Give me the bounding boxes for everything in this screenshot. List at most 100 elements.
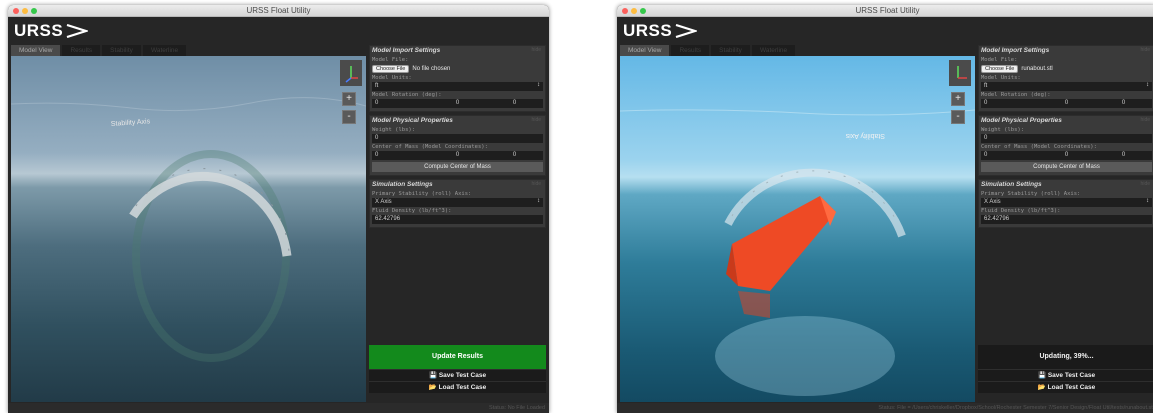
center-of-mass-label: Center of Mass (Model Coordinates): — [981, 144, 1097, 150]
model-rotation-label: Model Rotation (deg): — [981, 92, 1051, 98]
zoom-out-button[interactable]: - — [951, 110, 965, 124]
com-y-input[interactable]: 0 — [429, 151, 486, 160]
action-buttons: Update Results 💾 Save Test Case 📂 Load T… — [369, 345, 546, 393]
hide-button[interactable]: hide — [532, 117, 541, 123]
rotation-z-input[interactable]: 0 — [486, 99, 543, 108]
section-title: Simulation Settings — [981, 181, 1042, 188]
com-y-input[interactable]: 0 — [1038, 151, 1095, 160]
app-window-1: URSS Float Utility URSS Model View Resul… — [8, 5, 549, 413]
weight-label: Weight (lbs): — [981, 127, 1025, 133]
section-title: Simulation Settings — [372, 181, 433, 188]
logo-arrow-icon — [675, 24, 698, 38]
fluid-density-label: Fluid Density (lb/ft^3): — [372, 208, 452, 214]
boat-hull-model — [726, 196, 836, 318]
fluid-density-input[interactable]: 62.42796 — [981, 215, 1152, 224]
tab-waterline[interactable]: Waterline — [142, 45, 187, 56]
stability-axis-select[interactable]: X Axis — [372, 198, 543, 207]
zoom-in-button[interactable]: + — [342, 92, 356, 106]
file-name-text: runabout.stl — [1021, 66, 1053, 72]
save-test-case-button[interactable]: 💾 Save Test Case — [978, 369, 1153, 381]
tab-stability[interactable]: Stability — [711, 45, 750, 56]
tab-results[interactable]: Results — [62, 45, 101, 56]
settings-panel: Model Import Settings hide Model File: Ch… — [978, 45, 1153, 345]
tab-results[interactable]: Results — [671, 45, 710, 56]
file-name-text: No file chosen — [412, 66, 451, 72]
scene-3d: Stability Axis — [620, 109, 975, 396]
stability-axis-select-label: Primary Stability (roll) Axis: — [372, 191, 472, 197]
section-title: Model Import Settings — [372, 47, 441, 54]
fluid-density-input[interactable]: 62.42796 — [372, 215, 543, 224]
model-file-picker: Choose File runabout.stl — [981, 64, 1152, 74]
hide-button[interactable]: hide — [1141, 117, 1150, 123]
simulation-settings: Simulation Settings hide Primary Stabilit… — [369, 179, 546, 228]
model-viewport[interactable]: Stability Axis + - — [620, 56, 975, 402]
axis-gizmo-icon[interactable] — [340, 60, 362, 86]
app-logo: URSS — [623, 19, 698, 43]
model-viewport[interactable]: Stability Axis + - — [11, 56, 366, 402]
model-units-label: Model Units: — [981, 75, 1021, 81]
com-x-input[interactable]: 0 — [372, 151, 429, 160]
rotation-x-input[interactable]: 0 — [372, 99, 429, 108]
com-z-input[interactable]: 0 — [486, 151, 543, 160]
rotation-z-input[interactable]: 0 — [1095, 99, 1152, 108]
simulation-settings: Simulation Settings hide Primary Stabilit… — [978, 179, 1153, 228]
model-units-select[interactable]: ft — [372, 82, 543, 91]
com-x-input[interactable]: 0 — [981, 151, 1038, 160]
weight-input[interactable]: 0 — [372, 134, 543, 143]
zoom-out-button[interactable]: - — [342, 110, 356, 124]
scene-3d: Stability Axis — [11, 97, 366, 362]
update-progress-status: Updating, 39%... — [978, 345, 1153, 369]
load-test-case-button[interactable]: 📂 Load Test Case — [978, 381, 1153, 393]
hide-button[interactable]: hide — [1141, 181, 1150, 187]
update-results-button[interactable]: Update Results — [369, 345, 546, 369]
zoom-in-button[interactable]: + — [951, 92, 965, 106]
model-file-label: Model File: — [372, 57, 409, 63]
load-test-case-label: Load Test Case — [1047, 384, 1096, 391]
hide-button[interactable]: hide — [532, 47, 541, 53]
model-physical-properties: Model Physical Properties hide Weight (lb… — [369, 115, 546, 176]
app-window-2: URSS Float Utility URSS Model View Resul… — [617, 5, 1153, 413]
stability-axis-select[interactable]: X Axis — [981, 198, 1152, 207]
choose-file-button[interactable]: Choose File — [372, 65, 410, 73]
load-icon: 📂 — [1037, 384, 1046, 391]
rotation-x-input[interactable]: 0 — [981, 99, 1038, 108]
tab-bar: Model View Results Stability Waterline — [11, 45, 188, 56]
title-bar: URSS Float Utility — [617, 5, 1153, 17]
model-file-picker: Choose File No file chosen — [372, 64, 543, 74]
logo-arrow-icon — [66, 24, 89, 38]
center-of-mass-label: Center of Mass (Model Coordinates): — [372, 144, 488, 150]
section-title: Model Import Settings — [981, 47, 1050, 54]
hide-button[interactable]: hide — [1141, 47, 1150, 53]
status-bar: Status: No File Loaded — [8, 403, 549, 413]
tab-model-view[interactable]: Model View — [11, 45, 61, 56]
stability-axis-label: Stability Axis — [111, 118, 151, 128]
stability-axis-label: Stability Axis — [845, 132, 885, 139]
stability-axis-select-label: Primary Stability (roll) Axis: — [981, 191, 1081, 197]
compute-center-of-mass-button[interactable]: Compute Center of Mass — [372, 162, 543, 172]
model-import-settings: Model Import Settings hide Model File: Ch… — [369, 45, 546, 112]
save-test-case-button[interactable]: 💾 Save Test Case — [369, 369, 546, 381]
model-physical-properties: Model Physical Properties hide Weight (lb… — [978, 115, 1153, 176]
model-units-label: Model Units: — [372, 75, 412, 81]
com-z-input[interactable]: 0 — [1095, 151, 1152, 160]
tab-model-view[interactable]: Model View — [620, 45, 670, 56]
section-title: Model Physical Properties — [372, 117, 453, 124]
load-test-case-button[interactable]: 📂 Load Test Case — [369, 381, 546, 393]
rotation-y-input[interactable]: 0 — [1038, 99, 1095, 108]
settings-panel: Model Import Settings hide Model File: Ch… — [369, 45, 546, 345]
tab-stability[interactable]: Stability — [102, 45, 141, 56]
choose-file-button[interactable]: Choose File — [981, 65, 1019, 73]
app-logo: URSS — [14, 19, 89, 43]
axis-gizmo-icon[interactable] — [949, 60, 971, 86]
logo-text: URSS — [623, 21, 673, 40]
tab-bar: Model View Results Stability Waterline — [620, 45, 797, 56]
hide-button[interactable]: hide — [532, 181, 541, 187]
load-icon: 📂 — [428, 384, 437, 391]
rotation-y-input[interactable]: 0 — [429, 99, 486, 108]
tab-waterline[interactable]: Waterline — [751, 45, 796, 56]
model-import-settings: Model Import Settings hide Model File: Ch… — [978, 45, 1153, 112]
compute-center-of-mass-button[interactable]: Compute Center of Mass — [981, 162, 1152, 172]
title-bar: URSS Float Utility — [8, 5, 549, 17]
weight-input[interactable]: 0 — [981, 134, 1152, 143]
model-units-select[interactable]: ft — [981, 82, 1152, 91]
